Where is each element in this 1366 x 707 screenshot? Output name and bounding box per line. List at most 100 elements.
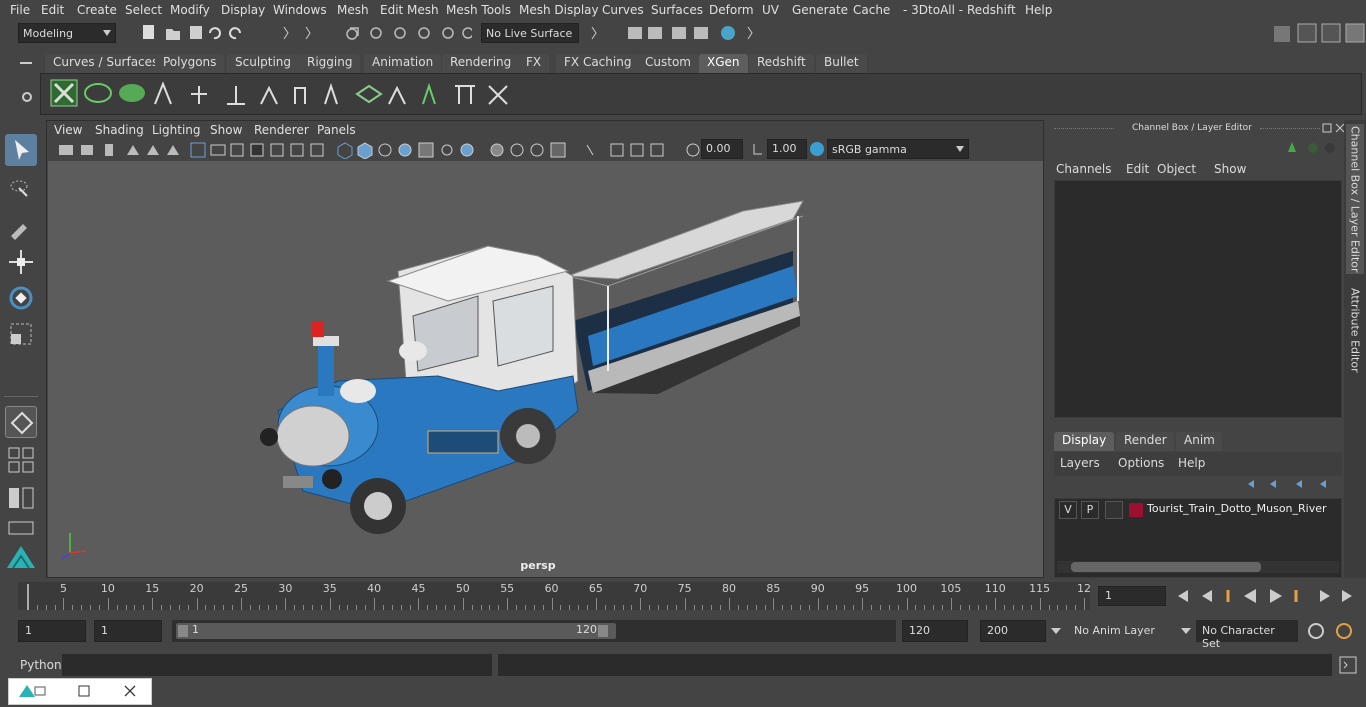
viewport-tool-icons[interactable]	[55, 141, 775, 159]
paint-select-tool[interactable]	[5, 210, 37, 242]
tab-fx-caching[interactable]: FX Caching	[556, 54, 640, 73]
color-management-icon[interactable]	[809, 141, 825, 157]
gamma-field[interactable]: 1.00	[767, 139, 807, 159]
menu-3dtoall[interactable]: - 3DtoAll -	[903, 3, 963, 17]
move-tool[interactable]	[5, 246, 37, 278]
menu-mesh-tools[interactable]: Mesh Tools	[446, 3, 511, 17]
panel-controls[interactable]	[1322, 122, 1346, 134]
gear-icon[interactable]	[20, 90, 34, 104]
menu-windows[interactable]: Windows	[273, 3, 327, 17]
outliner-layout[interactable]	[5, 482, 37, 514]
tab-fx[interactable]: FX	[518, 54, 550, 73]
menu-modify[interactable]: Modify	[170, 3, 210, 17]
channel-list[interactable]	[1054, 180, 1342, 418]
horizontal-scrollbar[interactable]	[1057, 561, 1339, 573]
channelbox-menu-show[interactable]: Show	[1214, 162, 1246, 176]
chevron-down-icon[interactable]	[1050, 626, 1062, 636]
layer-tab-anim[interactable]: Anim	[1176, 432, 1222, 451]
command-input[interactable]	[62, 654, 492, 676]
graph-layout[interactable]	[5, 518, 37, 538]
tab-rigging[interactable]: Rigging	[299, 54, 361, 73]
maximize-icon[interactable]	[78, 685, 90, 697]
menu-surfaces[interactable]: Surfaces	[651, 3, 703, 17]
channelbox-menu-edit[interactable]: Edit	[1126, 162, 1149, 176]
layer-playback-toggle[interactable]: P	[1081, 501, 1099, 519]
four-view-layout[interactable]	[5, 444, 37, 476]
channelbox-mode-icons[interactable]	[1286, 140, 1336, 156]
menu-edit[interactable]: Edit	[41, 3, 64, 17]
rotate-tool[interactable]	[5, 282, 37, 314]
animation-start-field[interactable]: 1	[18, 620, 86, 642]
tab-bullet[interactable]: Bullet	[816, 54, 867, 73]
script-editor-icon[interactable]	[1338, 655, 1358, 675]
channelbox-menu-channels[interactable]: Channels	[1056, 162, 1112, 176]
xgen-tool-icons[interactable]	[41, 74, 541, 114]
mode-selector[interactable]: Modeling	[18, 23, 116, 43]
menu-uv[interactable]: UV	[762, 3, 779, 17]
tab-redshift[interactable]: Redshift	[749, 54, 814, 73]
tab-custom[interactable]: Custom	[637, 54, 699, 73]
viewport-menu-view[interactable]: View	[54, 123, 82, 137]
viewport-menu-shading[interactable]: Shading	[95, 123, 144, 137]
colorspace-dropdown[interactable]: sRGB gamma	[827, 139, 969, 159]
tab-channel-box[interactable]: Channel Box / Layer Editor	[1346, 124, 1364, 274]
anim-layer-field[interactable]: No Anim Layer	[1068, 620, 1176, 642]
playback-start-field[interactable]: 1	[94, 620, 162, 642]
menu-mesh[interactable]: Mesh	[337, 3, 369, 17]
select-tool[interactable]	[5, 134, 37, 166]
viewport-menu-show[interactable]: Show	[210, 123, 242, 137]
layer-display-type[interactable]	[1105, 501, 1123, 519]
viewport-menu-renderer[interactable]: Renderer	[254, 123, 309, 137]
menu-deform[interactable]: Deform	[709, 3, 754, 17]
menu-generate[interactable]: Generate	[792, 3, 848, 17]
tab-sculpting[interactable]: Sculpting	[227, 54, 300, 73]
layer-visibility-toggle[interactable]: V	[1059, 501, 1077, 519]
range-slider[interactable]: 1 120	[172, 620, 896, 642]
menu-create[interactable]: Create	[77, 3, 117, 17]
tab-attribute-editor[interactable]: Attribute Editor	[1346, 280, 1364, 380]
scrollbar-thumb[interactable]	[1071, 562, 1261, 572]
menu-mesh-display[interactable]: Mesh Display	[519, 3, 599, 17]
time-ruler[interactable]: 5 10 15 20 25 30 35 40 45 50 55 60 65 70 75 80 85 90 95 100…	[18, 582, 1091, 610]
close-icon[interactable]	[124, 685, 136, 697]
layer-color-swatch[interactable]	[1129, 503, 1143, 517]
tab-xgen[interactable]: XGen	[699, 54, 748, 73]
layer-tab-render[interactable]: Render	[1116, 432, 1174, 451]
current-frame-field[interactable]: 1	[1098, 586, 1166, 606]
current-time-marker[interactable]	[27, 584, 29, 610]
exposure-field[interactable]: 0.00	[701, 139, 743, 159]
menu-file[interactable]: File	[10, 3, 30, 17]
menu-select[interactable]: Select	[125, 3, 162, 17]
preference-icons[interactable]	[1306, 621, 1356, 641]
tab-polygons[interactable]: Polygons	[155, 54, 225, 73]
layer-menu-layers[interactable]: Layers	[1060, 456, 1100, 470]
viewport-menu-panels[interactable]: Panels	[317, 123, 356, 137]
character-set-field[interactable]: No Character Set	[1196, 620, 1298, 650]
layer-action-icons[interactable]	[1244, 476, 1340, 494]
menu-redshift[interactable]: Redshift	[967, 3, 1016, 17]
3d-viewport[interactable]: persp	[48, 161, 1043, 577]
viewport-menu-lighting[interactable]: Lighting	[152, 123, 201, 137]
snap-icons[interactable]	[272, 24, 472, 42]
menu-help[interactable]: Help	[1025, 3, 1052, 17]
menu-icon[interactable]	[20, 57, 34, 69]
range-start-grip[interactable]	[178, 625, 188, 637]
tab-curves-surfaces[interactable]: Curves / Surfaces	[45, 54, 167, 73]
menu-display[interactable]: Display	[221, 3, 265, 17]
lasso-tool[interactable]	[5, 174, 37, 206]
drag-handle[interactable]	[1054, 128, 1114, 130]
channelbox-menu-object[interactable]: Object	[1157, 162, 1196, 176]
menu-curves[interactable]: Curves	[602, 3, 644, 17]
single-perspective-layout[interactable]	[5, 406, 37, 438]
live-surface-field[interactable]: No Live Surface	[481, 23, 579, 43]
playback-end-field[interactable]: 120	[902, 620, 968, 642]
animation-end-field[interactable]: 200	[980, 620, 1046, 642]
playback-controls[interactable]	[1172, 586, 1362, 606]
scale-tool[interactable]	[5, 318, 37, 350]
range-slider-handle[interactable]	[176, 623, 616, 639]
script-language-label[interactable]: Python	[20, 658, 62, 672]
layer-row[interactable]: V P Tourist_Train_Dotto_Muson_River	[1057, 501, 1339, 519]
tab-animation[interactable]: Animation	[364, 54, 442, 73]
menu-edit-mesh[interactable]: Edit Mesh	[380, 3, 439, 17]
menu-cache[interactable]: Cache	[853, 3, 890, 17]
